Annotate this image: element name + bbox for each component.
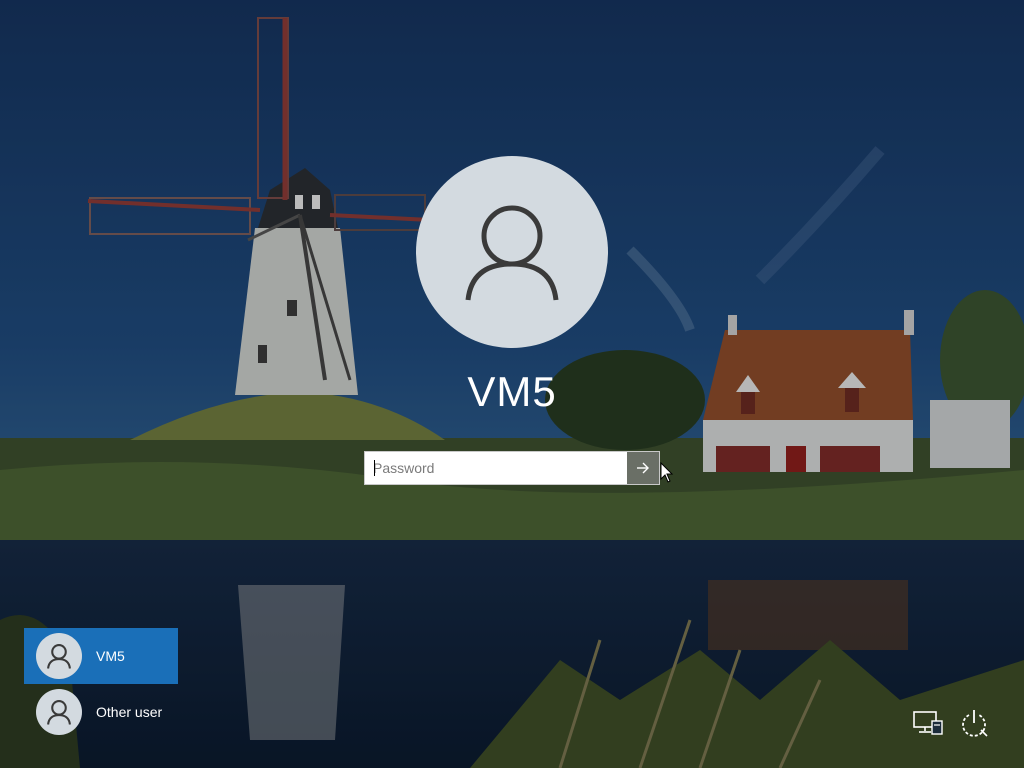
user-list-item-label: Other user	[96, 704, 163, 720]
user-list: VM5 Other user	[24, 628, 178, 740]
mouse-pointer-icon	[660, 462, 674, 483]
text-caret	[374, 460, 375, 476]
password-field-group	[364, 451, 660, 485]
account-avatar	[416, 156, 608, 348]
network-icon	[913, 711, 943, 735]
submit-button[interactable]	[627, 452, 659, 484]
network-button[interactable]	[910, 706, 946, 740]
arrow-right-icon	[637, 462, 649, 474]
account-name: VM5	[467, 368, 557, 415]
user-list-item-vm5[interactable]: VM5	[24, 628, 178, 684]
user-list-item-label: VM5	[96, 648, 125, 664]
power-icon	[962, 710, 988, 737]
user-list-item-other-user[interactable]: Other user	[24, 684, 178, 740]
power-button[interactable]	[956, 706, 992, 740]
user-silhouette-icon	[465, 205, 559, 301]
user-silhouette-icon	[47, 700, 71, 725]
user-silhouette-icon	[47, 644, 71, 669]
user-avatar	[36, 633, 82, 679]
user-avatar	[36, 689, 82, 735]
password-input[interactable]	[365, 452, 627, 484]
